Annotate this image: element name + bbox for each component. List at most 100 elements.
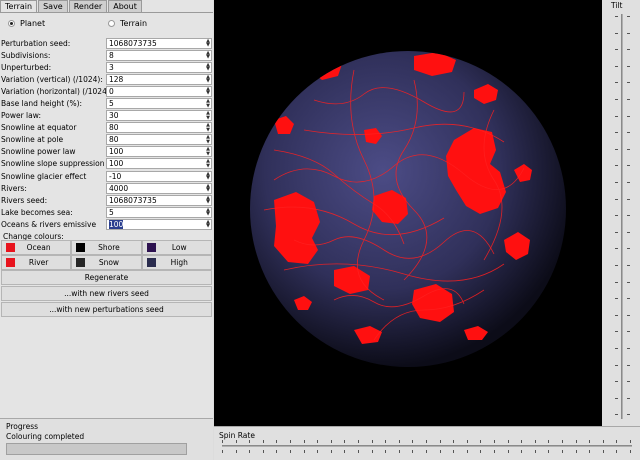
spin-arrows-icon[interactable]: ▲ ▼	[206, 62, 210, 72]
regenerate-new-rivers-seed-button[interactable]: ...with new rivers seed	[1, 286, 212, 301]
tilt-tick	[615, 248, 618, 250]
spin-arrows-icon[interactable]: ▲ ▼	[206, 159, 210, 169]
tilt-panel: Tilt	[602, 0, 640, 426]
spin-rate-tick	[398, 440, 400, 443]
field-row-snowline-power-law: Snowline power law 100 ▲ ▼	[1, 146, 212, 158]
tilt-tick	[627, 198, 630, 200]
base-land-height-spinbox[interactable]: 5 ▲ ▼	[106, 98, 212, 110]
spin-rate-tick	[303, 440, 305, 443]
colour-label: Snow	[98, 258, 120, 267]
field-label: Variation (vertical) (/1024):	[1, 74, 103, 84]
spin-rate-tick	[630, 450, 631, 453]
tilt-tick	[627, 148, 630, 150]
low-colour-button[interactable]: Low	[141, 240, 212, 255]
spin-rate-tick	[330, 450, 332, 453]
snowline-power-law-spinbox[interactable]: 100 ▲ ▼	[106, 146, 212, 158]
field-label: Snowline at equator	[1, 123, 77, 133]
regenerate-button[interactable]: Regenerate	[1, 270, 212, 285]
tilt-tick	[615, 49, 618, 51]
spin-rate-tick	[262, 440, 264, 443]
field-label: Snowline slope suppression	[1, 159, 105, 169]
colour-label: High	[170, 258, 188, 267]
parameter-fields: Perturbation seed: 1068073735 ▲ ▼ Subdivisi…	[1, 37, 212, 231]
spin-arrows-icon[interactable]: ▲ ▼	[206, 99, 210, 109]
field-row-unperturbed: Unperturbed: 3 ▲ ▼	[1, 61, 212, 73]
tilt-tick	[615, 115, 618, 117]
spin-rate-slider[interactable]	[222, 445, 632, 447]
perturbation-seed-spinbox[interactable]: 1068073735 ▲ ▼	[106, 37, 212, 49]
snowline-glacier-spinbox[interactable]: -10 ▲ ▼	[106, 170, 212, 182]
spin-arrows-icon[interactable]: ▲ ▼	[206, 111, 210, 121]
tilt-tick	[627, 115, 630, 117]
tab-save[interactable]: Save	[38, 0, 68, 12]
ocean-region	[312, 54, 342, 80]
variation-vertical-spinbox[interactable]: 128 ▲ ▼	[106, 73, 212, 85]
field-row-variation-horizontal: Variation (horizontal) (/1024): 0 ▲ ▼	[1, 85, 212, 97]
regenerate-new-perturbations-seed-button[interactable]: ...with new perturbations seed	[1, 302, 212, 317]
spin-rate-tick	[534, 450, 536, 453]
tilt-tick	[627, 331, 630, 333]
tilt-tick	[615, 182, 618, 183]
tilt-slider[interactable]	[621, 14, 623, 419]
spin-rate-tick	[575, 440, 577, 443]
spin-arrows-icon[interactable]: ▲ ▼	[206, 183, 210, 193]
variation-horizontal-spinbox[interactable]: 0 ▲ ▼	[106, 85, 212, 97]
mode-selector: Planet Terrain	[8, 17, 208, 29]
planet-viewport[interactable]	[214, 0, 602, 426]
shore-colour-button[interactable]: Shore	[71, 240, 142, 255]
field-row-rivers-seed: Rivers seed: 1068073735 ▲ ▼	[1, 194, 212, 206]
rivers-spinbox[interactable]: 4000 ▲ ▼	[106, 182, 212, 194]
spin-arrows-icon[interactable]: ▲ ▼	[206, 74, 210, 84]
spin-rate-tick	[494, 440, 495, 443]
progress-bar	[6, 443, 187, 455]
tab-render[interactable]: Render	[68, 0, 108, 12]
tilt-tick	[627, 49, 630, 51]
tilt-tick	[627, 65, 630, 67]
power-law-spinbox[interactable]: 30 ▲ ▼	[106, 110, 212, 122]
spin-arrows-icon[interactable]: ▲ ▼	[206, 123, 210, 133]
field-label: Lake becomes sea:	[1, 207, 73, 217]
tilt-tick	[627, 248, 630, 250]
planet-radio[interactable]: Planet	[8, 17, 108, 29]
unperturbed-spinbox[interactable]: 3 ▲ ▼	[106, 61, 212, 73]
spin-arrows-icon[interactable]: ▲ ▼	[206, 50, 210, 60]
field-value: 5	[109, 99, 114, 109]
lake-becomes-sea-spinbox[interactable]: 5 ▲ ▼	[106, 206, 212, 218]
spin-arrows-icon[interactable]: ▲ ▼	[206, 219, 210, 229]
subdivisions-spinbox[interactable]: 8 ▲ ▼	[106, 49, 212, 61]
spin-arrows-icon[interactable]: ▲ ▼	[206, 171, 210, 181]
field-value-selected: 100	[109, 219, 124, 229]
river-colour-button[interactable]: River	[1, 255, 72, 270]
oceans-emissive-spinbox[interactable]: 100 ▲ ▼	[106, 218, 212, 230]
spin-arrows-icon[interactable]: ▲ ▼	[206, 86, 210, 96]
spin-arrows-icon[interactable]: ▲ ▼	[206, 38, 210, 48]
tilt-tick	[615, 331, 618, 333]
spin-rate-tick	[548, 450, 550, 453]
snowline-slope-spinbox[interactable]: 100 ▲ ▼	[106, 158, 212, 170]
colour-row: River Snow High	[1, 255, 212, 270]
field-label: Unperturbed:	[1, 62, 52, 72]
tilt-tick	[627, 32, 630, 34]
spin-rate-label: Spin Rate	[219, 431, 255, 440]
terrain-radio[interactable]: Terrain	[108, 17, 208, 29]
field-value: 0	[109, 86, 114, 96]
spin-rate-tick	[426, 440, 427, 443]
tab-about[interactable]: About	[108, 0, 142, 12]
snowline-equator-spinbox[interactable]: 80 ▲ ▼	[106, 122, 212, 134]
high-colour-button[interactable]: High	[141, 255, 212, 270]
ocean-colour-button[interactable]: Ocean	[1, 240, 72, 255]
spin-arrows-icon[interactable]: ▲ ▼	[206, 147, 210, 157]
spin-rate-tick	[466, 440, 468, 443]
colour-swatch	[146, 258, 156, 267]
snow-colour-button[interactable]: Snow	[71, 255, 142, 270]
spin-arrows-icon[interactable]: ▲ ▼	[206, 195, 210, 205]
spin-arrows-icon[interactable]: ▲ ▼	[206, 135, 210, 145]
snowline-pole-spinbox[interactable]: 80 ▲ ▼	[106, 134, 212, 146]
spin-rate-tick	[562, 450, 563, 453]
field-row-base-land-height: Base land height (%): 5 ▲ ▼	[1, 97, 212, 110]
field-row-snowline-pole: Snowline at pole 80 ▲ ▼	[1, 134, 212, 146]
tilt-tick	[627, 182, 630, 183]
spin-arrows-icon[interactable]: ▲ ▼	[206, 207, 210, 217]
rivers-seed-spinbox[interactable]: 1068073735 ▲ ▼	[106, 194, 212, 206]
tilt-tick	[615, 281, 618, 283]
